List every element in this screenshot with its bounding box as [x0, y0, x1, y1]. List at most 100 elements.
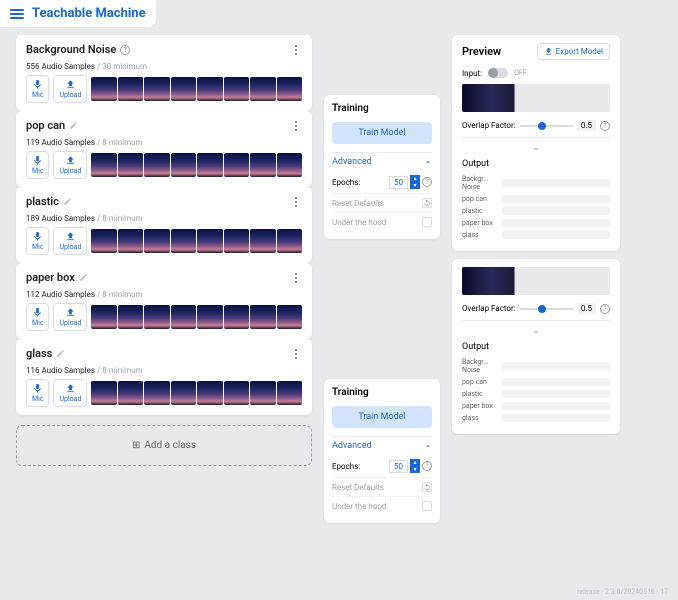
menu-icon[interactable]	[10, 9, 24, 19]
audio-thumb[interactable]	[91, 381, 116, 405]
audio-thumb[interactable]	[144, 381, 169, 405]
epochs-input[interactable]: 50	[389, 176, 408, 189]
mic-button[interactable]: Mic	[26, 303, 49, 331]
audio-thumb[interactable]	[144, 305, 169, 329]
stepper-up[interactable]: ▴	[410, 175, 420, 182]
pencil-icon[interactable]	[56, 349, 65, 358]
pencil-icon[interactable]	[69, 121, 78, 130]
under-the-hood[interactable]: Under the hood	[332, 212, 432, 231]
epochs-input[interactable]: 50	[389, 460, 408, 473]
class-title[interactable]: pop can	[26, 119, 78, 132]
audio-thumb[interactable]	[224, 77, 249, 101]
audio-thumb[interactable]	[91, 77, 116, 101]
audio-thumb[interactable]	[250, 153, 275, 177]
upload-button[interactable]: Upload	[53, 227, 87, 255]
audio-thumb[interactable]	[91, 305, 116, 329]
help-icon[interactable]: ?	[422, 177, 432, 187]
help-icon[interactable]: ?	[600, 304, 610, 314]
audio-thumb[interactable]	[171, 153, 196, 177]
upload-button[interactable]: Upload	[53, 379, 87, 407]
audio-thumb[interactable]	[277, 77, 302, 101]
audio-thumb[interactable]	[197, 153, 222, 177]
advanced-toggle[interactable]: Advanced	[332, 436, 432, 455]
audio-thumb[interactable]	[118, 229, 143, 253]
kebab-menu-icon[interactable]	[290, 121, 302, 131]
mic-button[interactable]: Mic	[26, 227, 49, 255]
class-title[interactable]: glass	[26, 347, 65, 360]
kebab-menu-icon[interactable]	[290, 349, 302, 359]
class-title[interactable]: paper box	[26, 271, 88, 284]
kebab-menu-icon[interactable]	[290, 197, 302, 207]
help-icon[interactable]: ?	[120, 45, 130, 55]
reset-defaults[interactable]: Reset Defaults	[332, 477, 432, 496]
under-the-hood[interactable]: Under the hood	[332, 496, 432, 515]
pencil-icon[interactable]	[63, 197, 72, 206]
mic-button[interactable]: Mic	[26, 379, 49, 407]
output-label: Backgr... Noise	[462, 175, 496, 191]
audio-thumb[interactable]	[91, 153, 116, 177]
output-row: pop can	[462, 195, 610, 203]
audio-thumb[interactable]	[144, 77, 169, 101]
kebab-menu-icon[interactable]	[290, 45, 302, 55]
upload-button[interactable]: Upload	[53, 303, 87, 331]
stepper-up[interactable]: ▴	[410, 459, 420, 466]
upload-button[interactable]: Upload	[53, 75, 87, 103]
audio-thumb[interactable]	[118, 381, 143, 405]
audio-thumb[interactable]	[91, 229, 116, 253]
advanced-toggle[interactable]: Advanced	[332, 152, 432, 171]
output-label: paper box	[462, 402, 496, 410]
chevron-up-icon	[424, 442, 432, 450]
audio-thumb[interactable]	[197, 381, 222, 405]
input-toggle[interactable]	[488, 68, 508, 78]
audio-thumb[interactable]	[250, 381, 275, 405]
mic-button[interactable]: Mic	[26, 151, 49, 179]
upload-button[interactable]: Upload	[53, 151, 87, 179]
stepper-down[interactable]: ▾	[410, 466, 420, 473]
overlap-slider[interactable]	[520, 308, 573, 310]
audio-thumb[interactable]	[197, 77, 222, 101]
spectrogram-preview	[462, 84, 610, 112]
audio-thumb[interactable]	[118, 77, 143, 101]
audio-thumb[interactable]	[171, 305, 196, 329]
kebab-menu-icon[interactable]	[290, 273, 302, 283]
export-model-button[interactable]: Export Model	[537, 43, 610, 60]
pencil-icon[interactable]	[79, 273, 88, 282]
output-bar	[502, 390, 610, 398]
train-model-button[interactable]: Train Model	[332, 406, 432, 428]
audio-thumb[interactable]	[144, 229, 169, 253]
audio-thumb[interactable]	[118, 305, 143, 329]
audio-thumb[interactable]	[277, 305, 302, 329]
audio-thumb[interactable]	[224, 305, 249, 329]
audio-thumb[interactable]	[250, 305, 275, 329]
audio-thumb[interactable]	[171, 77, 196, 101]
audio-thumb[interactable]	[144, 153, 169, 177]
stepper-down[interactable]: ▾	[410, 182, 420, 189]
audio-thumb[interactable]	[197, 305, 222, 329]
audio-thumb[interactable]	[277, 381, 302, 405]
reset-defaults[interactable]: Reset Defaults	[332, 193, 432, 212]
audio-thumb[interactable]	[277, 153, 302, 177]
chevron-down-icon: ⌄	[462, 137, 610, 153]
audio-thumb[interactable]	[171, 381, 196, 405]
audio-thumb[interactable]	[224, 153, 249, 177]
output-row: Backgr... Noise	[462, 175, 610, 191]
mic-button[interactable]: Mic	[26, 75, 49, 103]
code-icon	[422, 501, 432, 511]
add-class-button[interactable]: ⊞ Add a class	[16, 425, 312, 466]
audio-thumb[interactable]	[277, 229, 302, 253]
audio-thumb[interactable]	[224, 381, 249, 405]
audio-thumb[interactable]	[171, 229, 196, 253]
class-title[interactable]: plastic	[26, 195, 72, 208]
class-title[interactable]: Background Noise ?	[26, 43, 130, 56]
output-title: Output	[462, 342, 610, 352]
train-model-button[interactable]: Train Model	[332, 122, 432, 144]
audio-thumb[interactable]	[224, 229, 249, 253]
audio-thumb[interactable]	[197, 229, 222, 253]
overlap-slider[interactable]	[520, 125, 573, 127]
audio-thumb[interactable]	[250, 77, 275, 101]
preview-title: Preview	[462, 45, 501, 58]
audio-thumb[interactable]	[118, 153, 143, 177]
help-icon[interactable]: ?	[422, 461, 432, 471]
audio-thumb[interactable]	[250, 229, 275, 253]
help-icon[interactable]: ?	[600, 121, 610, 131]
